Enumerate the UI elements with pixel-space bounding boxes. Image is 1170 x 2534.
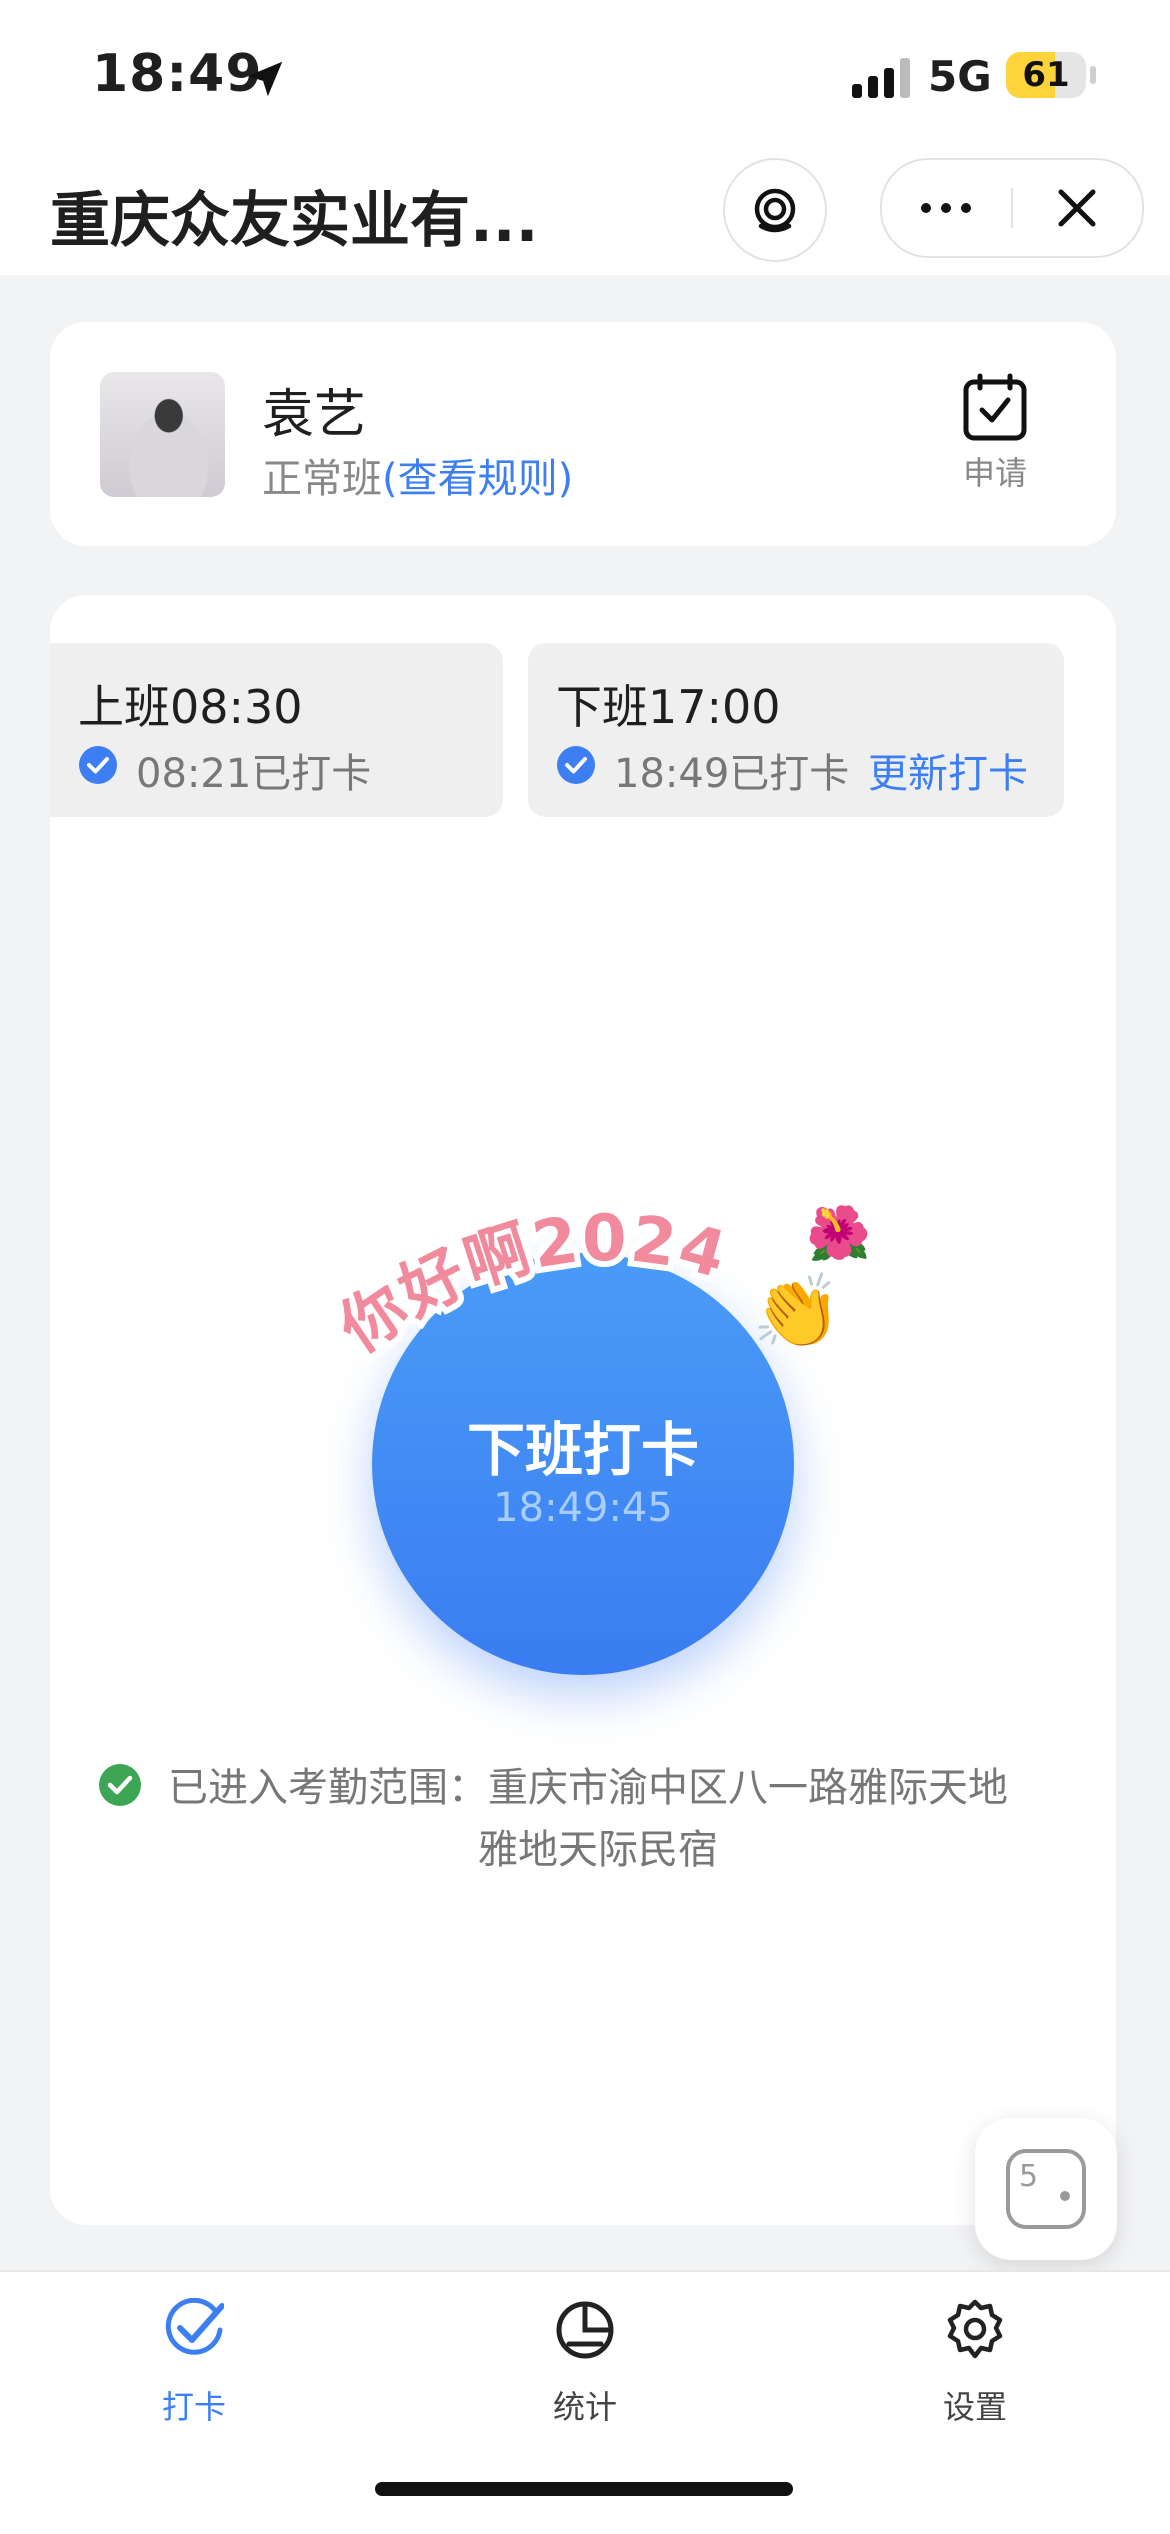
user-card: 袁艺 正常班(查看规则) 申请 <box>50 322 1116 546</box>
off-duty-label: 下班17:00 <box>556 680 781 734</box>
success-check-icon <box>99 1764 141 1806</box>
more-dots-icon <box>921 203 971 213</box>
user-name: 袁艺 <box>262 385 367 445</box>
status-bar: 18:49 5G 61 <box>0 0 1170 150</box>
floating-assistant-button[interactable]: 5 <box>975 2118 1117 2260</box>
punch-button[interactable]: 下班打卡 18:49:45 <box>372 1253 794 1675</box>
tab-settings[interactable]: 设置 <box>865 2298 1085 2438</box>
close-button[interactable] <box>1013 160 1142 256</box>
floating-widget-icon: 5 <box>1006 2149 1086 2229</box>
headset-icon <box>754 188 796 233</box>
off-duty-punched: 18:49已打卡 <box>614 751 850 797</box>
punch-label: 下班打卡 <box>466 1416 699 1484</box>
punch-card: 上班08:30 08:21已打卡 下班17:00 18:49已打卡 更新打卡 下… <box>50 595 1116 2225</box>
float-badge: 5 <box>1019 2159 1038 2194</box>
calendar-check-icon <box>963 373 1027 441</box>
punch-clock: 18:49:45 <box>493 1485 673 1531</box>
range-text-line1: 已进入考勤范围：重庆市渝中区八一路雅际天地 <box>168 1765 1008 1811</box>
flower-icon: 🌺 <box>806 1204 871 1264</box>
tab-label: 统计 <box>552 2388 617 2426</box>
shift-type: 正常班 <box>262 456 382 502</box>
battery-tip <box>1090 66 1096 84</box>
tab-stats[interactable]: 统计 <box>475 2298 695 2438</box>
tab-label: 打卡 <box>161 2388 226 2426</box>
avatar <box>100 372 225 497</box>
clap-hand-icon: 👏 <box>752 1269 842 1353</box>
battery-icon: 61 <box>1006 52 1086 98</box>
chart-icon <box>556 2301 614 2359</box>
check-circle-icon <box>557 746 595 784</box>
customer-service-button[interactable] <box>723 158 827 262</box>
page-title: 重庆众友实业有... <box>50 186 539 256</box>
check-icon <box>165 2298 224 2355</box>
shift-info: 正常班(查看规则) <box>262 446 573 504</box>
check-circle-icon <box>79 746 117 784</box>
signal-icon <box>852 58 910 98</box>
network-type: 5G <box>928 52 992 101</box>
apply-button[interactable]: 申请 <box>930 372 1060 502</box>
off-duty-box[interactable]: 下班17:00 18:49已打卡 更新打卡 <box>528 643 1064 817</box>
view-rules-link[interactable]: (查看规则) <box>382 456 573 502</box>
more-button[interactable] <box>882 160 1011 256</box>
status-time: 18:49 <box>92 44 263 104</box>
gear-icon <box>947 2299 1003 2359</box>
close-icon <box>1058 189 1096 227</box>
mini-program-capsule <box>880 158 1144 258</box>
home-indicator <box>375 2482 793 2496</box>
on-duty-punched: 08:21已打卡 <box>136 751 372 797</box>
battery-percent: 61 <box>1022 55 1070 95</box>
location-arrow-icon <box>247 61 283 97</box>
tab-punch[interactable]: 打卡 <box>84 2298 304 2438</box>
on-duty-label: 上班08:30 <box>78 680 303 734</box>
on-duty-box[interactable]: 上班08:30 08:21已打卡 <box>50 643 503 817</box>
nav-bar: 重庆众友实业有... <box>0 150 1170 275</box>
range-text-line2: 雅地天际民宿 <box>478 1827 718 1873</box>
tab-label: 设置 <box>942 2388 1007 2426</box>
update-punch-link[interactable]: 更新打卡 <box>868 741 1028 799</box>
apply-label: 申请 <box>962 454 1027 492</box>
